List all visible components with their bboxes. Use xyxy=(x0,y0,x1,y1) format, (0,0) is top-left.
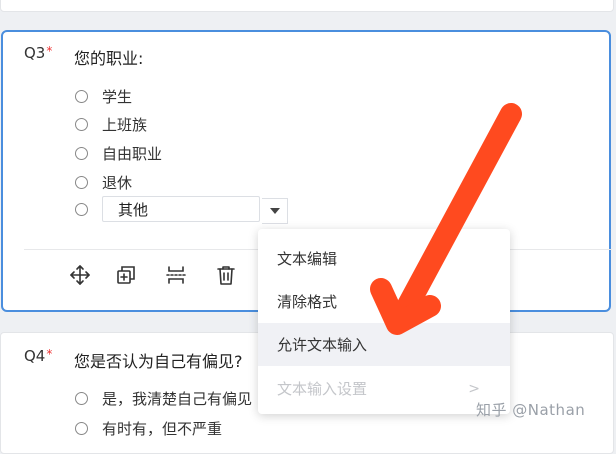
menu-item-text-input-settings[interactable]: 文本输入设置 > xyxy=(258,367,510,410)
radio-button[interactable] xyxy=(75,202,88,216)
chevron-right-icon: > xyxy=(468,381,480,397)
other-text-input[interactable]: 其他 xyxy=(102,196,260,222)
option-other[interactable]: 其他 xyxy=(75,196,260,222)
question-number-q4: Q4* xyxy=(24,347,53,365)
menu-item-text-edit[interactable]: 文本编辑 xyxy=(258,237,510,280)
watermark: 知乎 @Nathan xyxy=(476,401,586,419)
move-icon[interactable] xyxy=(68,263,92,287)
question-number-q3: Q3* xyxy=(24,44,53,62)
option-student[interactable]: 学生 xyxy=(75,86,132,107)
menu-item-allow-text-input[interactable]: 允许文本输入 xyxy=(258,323,510,366)
radio-button[interactable] xyxy=(75,90,88,103)
required-mark: * xyxy=(46,347,53,361)
other-dropdown-button[interactable] xyxy=(262,198,288,224)
delete-icon[interactable] xyxy=(214,263,238,287)
copy-icon[interactable] xyxy=(114,263,138,287)
radio-button[interactable] xyxy=(75,176,88,189)
required-mark: * xyxy=(46,44,53,58)
caret-down-icon xyxy=(269,208,280,214)
question-title-q4: 您是否认为自己有偏见? xyxy=(74,352,243,371)
radio-button[interactable] xyxy=(75,118,88,131)
split-icon[interactable] xyxy=(164,263,188,287)
option-office-worker[interactable]: 上班族 xyxy=(75,114,147,135)
option-freelance[interactable]: 自由职业 xyxy=(75,143,162,164)
context-menu: 文本编辑 清除格式 允许文本输入 文本输入设置 > xyxy=(258,229,510,414)
question-title-q3: 您的职业: xyxy=(74,49,144,68)
radio-button[interactable] xyxy=(75,422,88,435)
option-retired[interactable]: 退休 xyxy=(75,172,132,193)
radio-button[interactable] xyxy=(75,147,88,160)
option-yes[interactable]: 是，我清楚自己有偏见 xyxy=(75,388,252,409)
menu-item-clear-format[interactable]: 清除格式 xyxy=(258,280,510,323)
radio-button[interactable] xyxy=(75,392,88,405)
previous-question-card xyxy=(0,0,614,12)
